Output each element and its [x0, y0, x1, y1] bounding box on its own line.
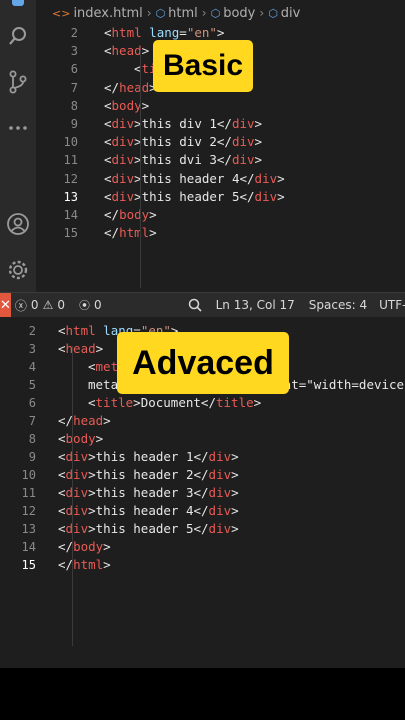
- line-number: 2: [28, 324, 36, 338]
- line-number: 15: [63, 226, 78, 241]
- line-number: 2: [70, 26, 78, 40]
- source-control-icon[interactable]: [4, 68, 32, 96]
- code-line[interactable]: </head>: [58, 412, 111, 430]
- line-number: 8: [70, 98, 78, 113]
- chevron-right-icon: ›: [146, 6, 152, 20]
- breadcrumb: <> index.html › ⬡ html › ⬡ body › ⬡ div: [52, 3, 300, 23]
- cube-icon: ⬡: [268, 6, 278, 20]
- code-line[interactable]: </html>: [104, 224, 157, 242]
- editor-screenshot: <> index.html › ⬡ html › ⬡ body › ⬡ div …: [0, 0, 405, 668]
- line-number: 12: [63, 171, 78, 186]
- html-file-icon: <>: [52, 6, 71, 20]
- remote-icon[interactable]: ✕: [0, 293, 11, 317]
- code-line[interactable]: <div>this header 5</div>: [104, 188, 285, 206]
- code-line[interactable]: <div>this div 2</div>: [104, 133, 262, 151]
- code-line[interactable]: <div>this header 4</div>: [58, 502, 239, 520]
- line-number: 8: [28, 432, 36, 446]
- notification-marker: [12, 0, 24, 6]
- broadcast-icon: ⦿: [78, 299, 90, 312]
- line-number: 14: [21, 540, 36, 554]
- line-number: 9: [28, 450, 36, 464]
- code-line[interactable]: <body>: [58, 430, 103, 448]
- indent-guide: [140, 50, 141, 288]
- line-number: 10: [21, 468, 36, 482]
- code-line[interactable]: <head>: [58, 340, 103, 358]
- indent-guide: [72, 346, 73, 646]
- status-bar: ✕ ⓧ0 ⚠0 ⦿0 Ln 13, Col 17 Spaces: 4 UTF-8: [0, 292, 405, 317]
- code-line[interactable]: <title>Document</title>: [88, 394, 261, 412]
- chevron-right-icon: ›: [259, 6, 265, 20]
- overlay-label-advanced: Advaced: [117, 332, 289, 394]
- code-line[interactable]: <div>this dvi 3</div>: [104, 151, 262, 169]
- more-icon[interactable]: [4, 114, 32, 142]
- code-line[interactable]: <head>: [104, 42, 149, 60]
- line-number: 14: [63, 208, 78, 222]
- code-line[interactable]: </head>: [104, 79, 157, 97]
- line-number: 13: [63, 189, 78, 204]
- code-line[interactable]: <div>this header 2</div>: [58, 466, 239, 484]
- zoom-icon[interactable]: [188, 298, 202, 312]
- line-number: 11: [21, 486, 36, 500]
- code-line[interactable]: <body>: [104, 97, 149, 115]
- line-number: 7: [70, 80, 78, 95]
- line-number: 11: [63, 153, 78, 168]
- line-number: 9: [70, 117, 78, 131]
- line-number: 3: [70, 44, 78, 59]
- code-line[interactable]: </body>: [58, 538, 111, 556]
- activity-bar: [0, 0, 36, 292]
- indentation-setting[interactable]: Spaces: 4: [309, 298, 367, 312]
- cube-icon: ⬡: [210, 6, 221, 20]
- line-number: 5: [28, 378, 36, 392]
- cube-icon: ⬡: [155, 6, 166, 20]
- line-number: 4: [28, 360, 36, 374]
- warning-icon: ⚠: [42, 298, 54, 312]
- line-number: 7: [28, 414, 36, 428]
- code-line[interactable]: </html>: [58, 556, 111, 574]
- line-number: 3: [28, 342, 36, 356]
- overlay-label-basic: Basic: [153, 40, 253, 92]
- breadcrumb-item-div[interactable]: ⬡ div: [268, 6, 300, 21]
- line-number: 6: [70, 62, 78, 77]
- settings-gear-icon[interactable]: [4, 256, 32, 284]
- code-line[interactable]: <div>this div 1</div>: [104, 115, 262, 133]
- line-number: 6: [28, 396, 36, 410]
- breadcrumb-item-html[interactable]: ⬡ html: [156, 6, 198, 21]
- line-number: 12: [21, 504, 36, 518]
- error-icon: ⓧ: [14, 298, 27, 313]
- ports-indicator[interactable]: ⦿ 0: [79, 297, 102, 313]
- account-icon[interactable]: [4, 210, 32, 238]
- cursor-position[interactable]: Ln 13, Col 17: [216, 298, 295, 312]
- line-number: 10: [63, 135, 78, 150]
- problems-indicator[interactable]: ⓧ 0 ⚠ 0: [15, 297, 65, 314]
- code-line[interactable]: </body>: [104, 206, 157, 224]
- search-icon[interactable]: [4, 22, 32, 50]
- encoding-setting[interactable]: UTF-8: [379, 298, 405, 312]
- code-line[interactable]: <div>this header 5</div>: [58, 520, 239, 538]
- breadcrumb-item-body[interactable]: ⬡ body: [211, 6, 256, 21]
- code-line[interactable]: <div>this header 1</div>: [58, 448, 239, 466]
- line-number: 15: [21, 558, 36, 572]
- code-line[interactable]: <div>this header 3</div>: [58, 484, 239, 502]
- code-line[interactable]: <div>this header 4</div>: [104, 170, 285, 188]
- chevron-right-icon: ›: [201, 6, 207, 20]
- breadcrumb-item-file[interactable]: <> index.html: [52, 6, 143, 21]
- line-number: 13: [21, 522, 36, 536]
